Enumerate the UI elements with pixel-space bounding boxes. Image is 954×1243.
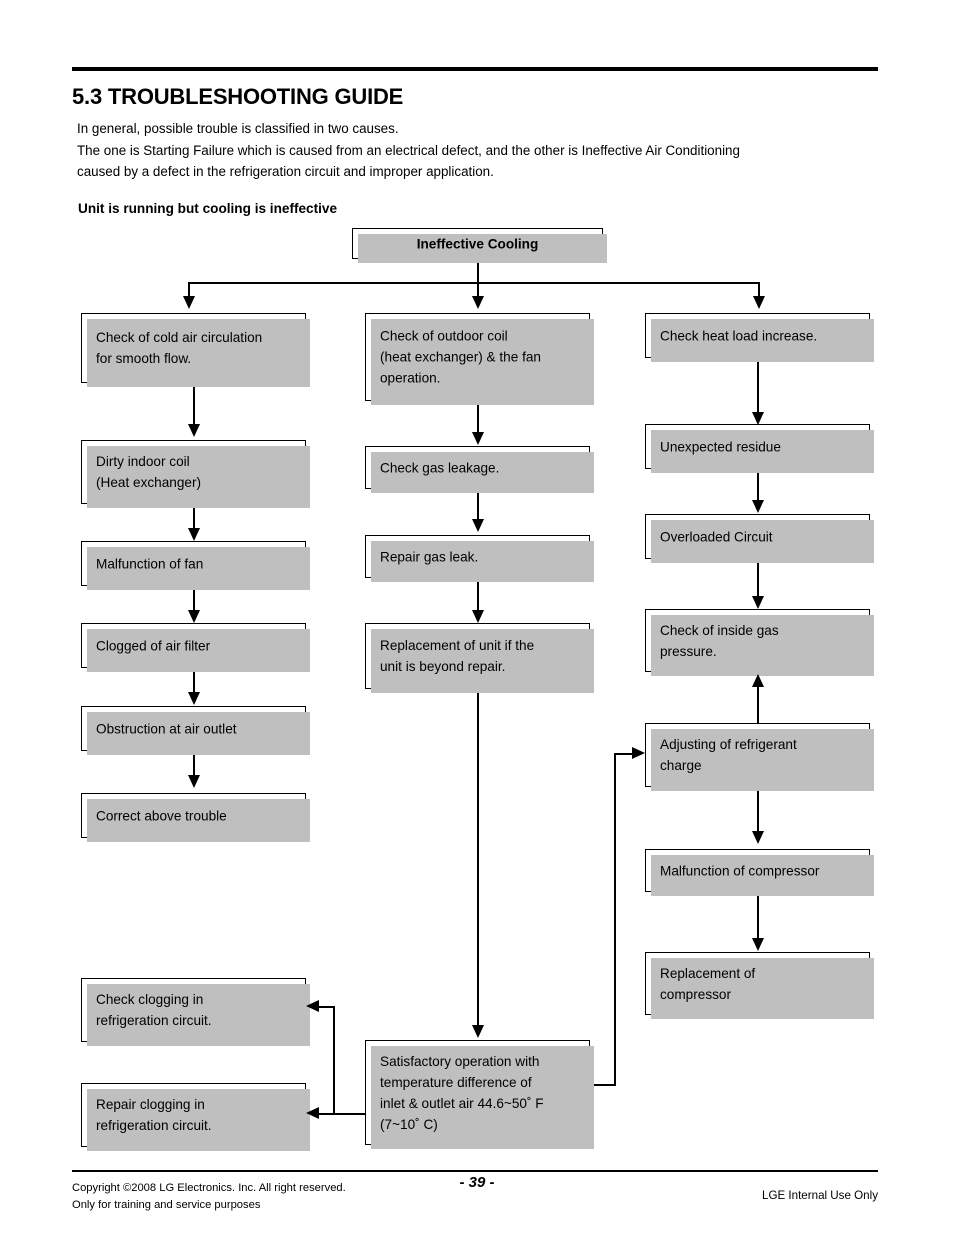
flow-node-middle-2: Check gas leakage. — [365, 446, 594, 493]
arrowhead-to-right-branch — [753, 296, 765, 309]
flow-node-right-5: Adjusting of refrigerant charge — [645, 723, 874, 791]
flow-node-root: Ineffective Cooling — [352, 228, 607, 263]
arrowhead-middle-1-2 — [472, 432, 484, 445]
flow-node-right-2: Unexpected residue — [645, 424, 874, 473]
flow-node-right-3: Overloaded Circuit — [645, 514, 874, 563]
arrowhead-right-1-2 — [752, 412, 764, 425]
arrowhead-middle-to-outcome — [472, 1025, 484, 1038]
connector-right-5-to-4 — [757, 684, 759, 723]
arrowhead-right-5-to-4 — [752, 674, 764, 687]
flow-node-right-7: Replacement of compressor — [645, 952, 874, 1019]
flow-node-left-6: Correct above trouble — [81, 793, 310, 842]
arrowhead-right-6-7 — [752, 938, 764, 951]
connector-outcome-right-v — [614, 753, 616, 1086]
arrowhead-right-3-4 — [752, 596, 764, 609]
flow-node-left-3: Malfunction of fan — [81, 541, 310, 590]
flow-node-remedy-repair: Repair clogging in refrigeration circuit… — [81, 1083, 310, 1151]
flow-node-middle-3: Repair gas leak. — [365, 535, 594, 582]
connector-middle-4-outcome — [477, 689, 479, 1030]
flow-node-right-6: Malfunction of compressor — [645, 849, 874, 896]
arrowhead-left-5-6 — [188, 775, 200, 788]
arrowhead-left-4-5 — [188, 692, 200, 705]
flow-node-left-5: Obstruction at air outlet — [81, 706, 310, 755]
flow-node-outcome: Satisfactory operation with temperature … — [365, 1040, 594, 1149]
copyright-line-2: Only for training and service purposes — [72, 1198, 261, 1211]
arrowhead-left-2-3 — [188, 528, 200, 541]
arrowhead-to-check-clogging — [306, 1000, 319, 1012]
arrowhead-right-5-6 — [752, 831, 764, 844]
connector-outcome-left-h1 — [333, 1113, 367, 1115]
connector-left-1-2 — [193, 383, 195, 429]
arrowhead-to-adjusting — [632, 747, 645, 759]
arrowhead-middle-3-4 — [472, 610, 484, 623]
flow-node-remedy-check: Check clogging in refrigeration circuit. — [81, 978, 310, 1046]
flow-node-right-4: Check of inside gas pressure. — [645, 609, 874, 676]
arrowhead-left-1-2 — [188, 424, 200, 437]
troubleshooting-flowchart: Ineffective Cooling Check of cold air ci… — [0, 0, 954, 1243]
arrowhead-right-2-3 — [752, 500, 764, 513]
flow-node-right-1: Check heat load increase. — [645, 313, 874, 362]
flow-node-middle-1: Check of outdoor coil (heat exchanger) &… — [365, 313, 594, 405]
arrowhead-middle-2-3 — [472, 519, 484, 532]
document-page: 5.3 TROUBLESHOOTING GUIDE In general, po… — [0, 0, 954, 1243]
arrowhead-left-3-4 — [188, 610, 200, 623]
connector-outcome-left-v — [333, 1006, 335, 1114]
internal-use-notice: LGE Internal Use Only — [762, 1189, 878, 1202]
flow-node-middle-4: Replacement of unit if the unit is beyon… — [365, 623, 594, 693]
arrowhead-to-repair-clogging — [306, 1107, 319, 1119]
flow-node-left-4: Clogged of air filter — [81, 623, 310, 672]
flow-node-left-2: Dirty indoor coil (Heat exchanger) — [81, 440, 310, 508]
arrowhead-to-left-branch — [183, 296, 195, 309]
connector-split-bus — [188, 282, 759, 284]
footer-rule — [72, 1170, 878, 1173]
connector-outcome-left-h3 — [317, 1113, 335, 1115]
flow-node-left-1: Check of cold air circulation for smooth… — [81, 313, 310, 387]
connector-outcome-left-h2 — [317, 1006, 335, 1008]
arrowhead-to-middle-branch — [472, 296, 484, 309]
